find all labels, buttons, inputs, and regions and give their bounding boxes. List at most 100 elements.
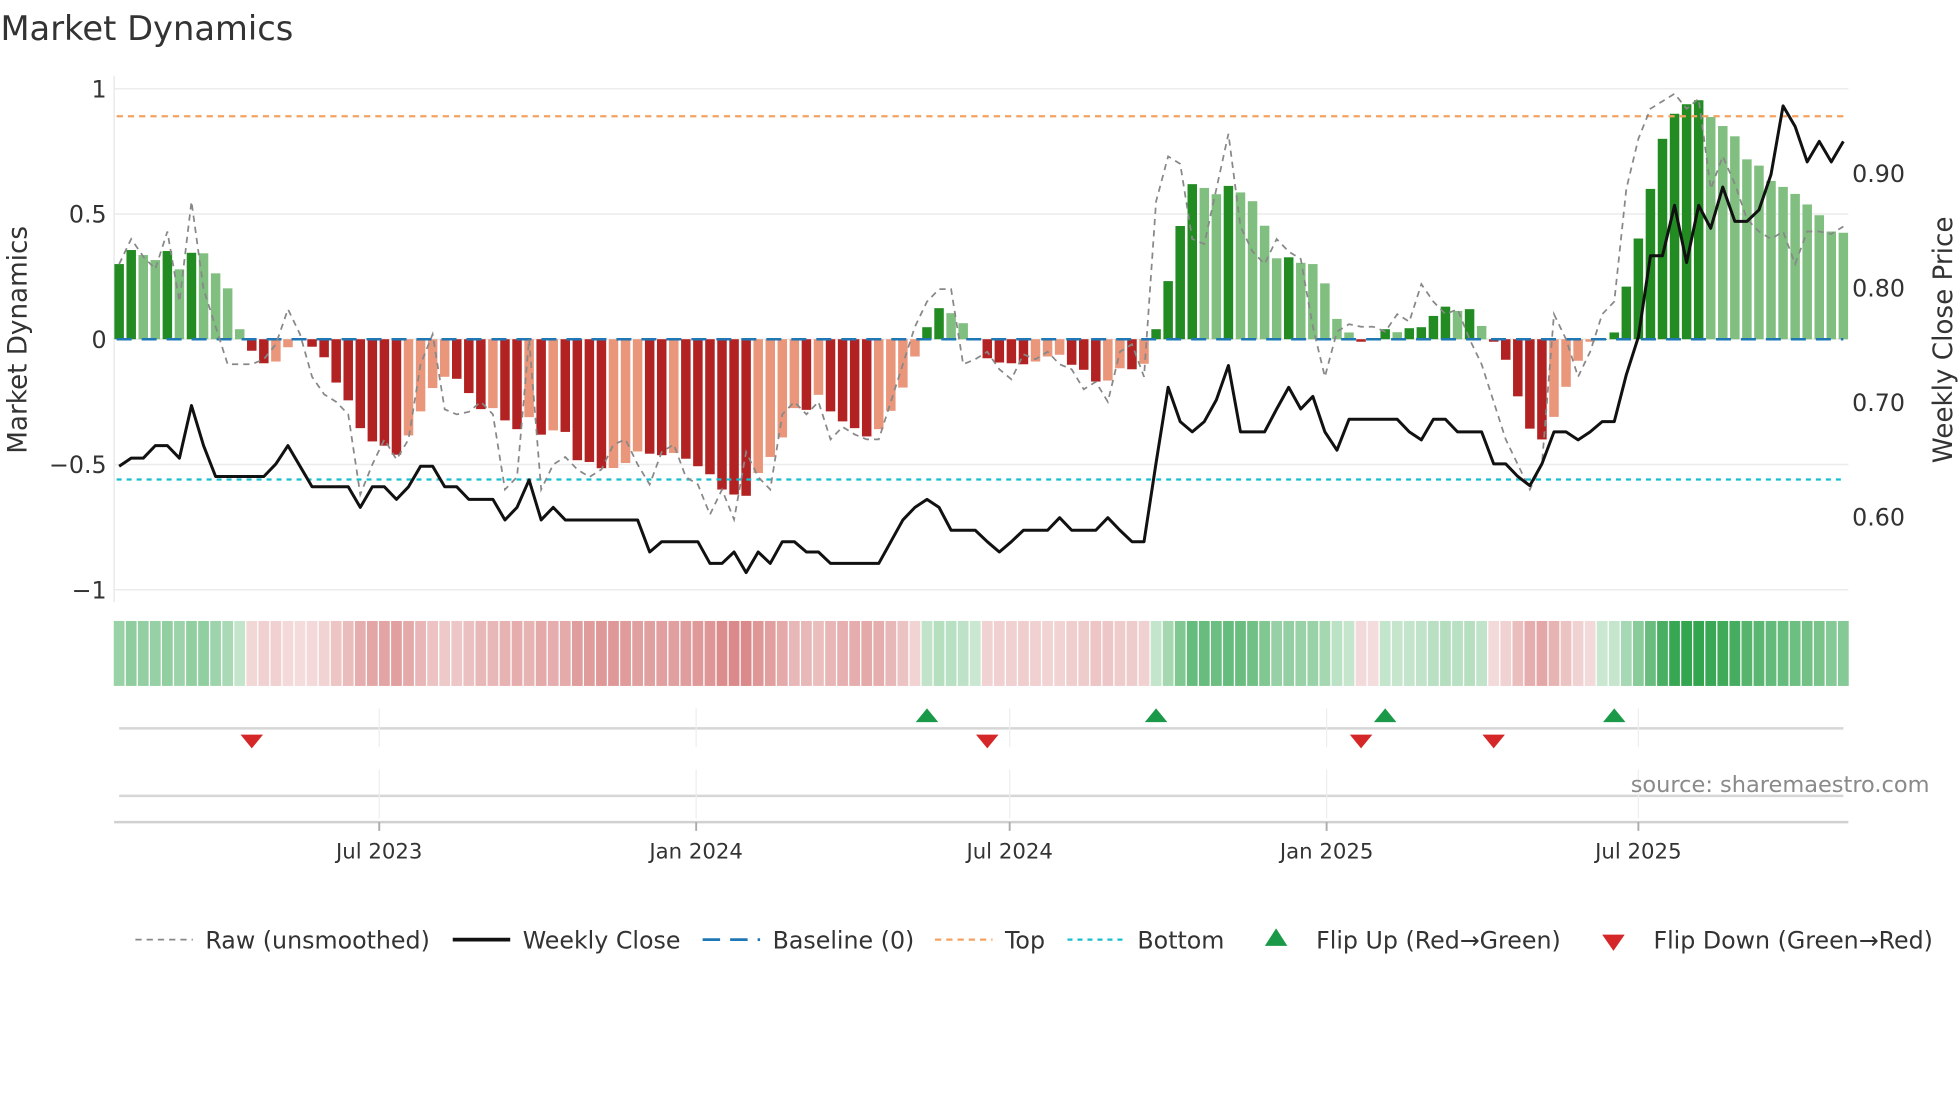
strip-cell xyxy=(1717,620,1729,686)
bar xyxy=(1235,192,1246,340)
bar xyxy=(560,339,571,432)
bar xyxy=(138,255,149,340)
bar xyxy=(307,339,317,347)
strip-cell xyxy=(1186,620,1198,686)
strip-cell xyxy=(813,620,824,686)
strip-cell xyxy=(1307,620,1319,686)
strip-cell xyxy=(1271,620,1283,686)
bar xyxy=(1320,283,1330,340)
bar xyxy=(1826,231,1837,340)
flip-up-marker xyxy=(1144,708,1168,723)
bar xyxy=(512,339,522,430)
bar xyxy=(271,339,281,362)
strip-cell xyxy=(330,620,342,686)
y-right-tick-label: 0.80 xyxy=(1852,274,1905,302)
bar xyxy=(669,339,679,453)
strip-cell xyxy=(1018,620,1029,686)
strip-cell xyxy=(957,620,969,686)
legend-label: Flip Down (Green→Red) xyxy=(1653,926,1932,954)
strip-cell xyxy=(1488,620,1500,686)
strip-cell xyxy=(1066,620,1078,686)
bar xyxy=(825,339,836,412)
strip-cell xyxy=(1235,620,1246,686)
flip-up-marker xyxy=(915,708,939,723)
legend-label: Top xyxy=(1004,926,1045,954)
bar xyxy=(632,339,643,452)
strip-cell xyxy=(1126,620,1138,686)
flip-panel xyxy=(119,708,1844,819)
legend-item-top: Top xyxy=(935,926,1045,954)
strip-cell xyxy=(1596,620,1608,686)
x-axis: Jul 2023 Jan 2024 Jul 2024 Jan 2025 Jul 2025 xyxy=(114,820,1849,864)
bar xyxy=(1211,194,1222,340)
bar xyxy=(355,339,366,429)
bar xyxy=(1802,204,1812,340)
bar xyxy=(391,339,402,455)
strip-cell xyxy=(1753,620,1765,686)
strip-cell xyxy=(1090,620,1102,686)
strip-cell xyxy=(270,620,282,686)
y-right-tick-label: 0.90 xyxy=(1852,160,1905,188)
bar xyxy=(1223,185,1234,340)
strip-cell xyxy=(1789,620,1801,686)
legend-label: Weekly Close xyxy=(523,926,681,954)
bar xyxy=(1561,339,1571,387)
legend-item-baseline: Baseline (0) xyxy=(702,926,914,954)
flip-down-icon xyxy=(1602,934,1625,951)
strip-cell xyxy=(1729,620,1741,686)
strip-cell xyxy=(1512,620,1524,686)
strip-cell xyxy=(403,620,414,686)
x-tick-label: Jul 2023 xyxy=(334,839,422,864)
bar xyxy=(608,339,619,468)
bar xyxy=(946,313,956,340)
bar xyxy=(319,339,329,358)
strip-cell xyxy=(174,620,185,686)
strip-cell xyxy=(788,620,800,686)
strip-cell xyxy=(1403,620,1415,686)
bar xyxy=(283,339,293,348)
strip-cell xyxy=(1379,620,1391,686)
strip-cell xyxy=(246,620,258,686)
strip-cell xyxy=(451,620,463,686)
strip-cell xyxy=(1295,620,1307,686)
strip-cell xyxy=(1693,620,1705,686)
strip-cell xyxy=(1777,620,1789,686)
strip-cell xyxy=(342,620,354,686)
strip-cell xyxy=(1705,620,1717,686)
bar xyxy=(1175,225,1185,340)
strip-cell xyxy=(439,620,451,686)
bar xyxy=(1778,186,1788,340)
strip-cell xyxy=(1500,620,1512,686)
bar xyxy=(1428,315,1439,340)
bar xyxy=(1283,257,1294,340)
strip-cell xyxy=(1476,620,1488,686)
bar xyxy=(801,339,812,410)
strip-cell xyxy=(1150,620,1162,686)
strip-cell xyxy=(873,620,885,686)
strip-cell xyxy=(909,620,921,686)
bar xyxy=(572,339,583,461)
strip-cell xyxy=(149,620,161,686)
strip-cell xyxy=(849,620,861,686)
flip-down-marker xyxy=(240,734,264,749)
strip-cell xyxy=(776,620,788,686)
strip-cell xyxy=(1078,620,1090,686)
strip-cell xyxy=(752,620,764,686)
bar xyxy=(1404,328,1415,340)
strip-cell xyxy=(1620,620,1632,686)
bar xyxy=(186,252,197,340)
strip-cell xyxy=(1801,620,1813,686)
bar xyxy=(1187,184,1198,340)
x-tick-label: Jan 2024 xyxy=(647,839,743,864)
strip-cell xyxy=(993,620,1005,686)
bar xyxy=(1006,339,1017,364)
bar xyxy=(150,260,161,340)
strip-cell xyxy=(186,620,197,686)
bar xyxy=(415,339,426,412)
bar xyxy=(849,339,860,429)
bar xyxy=(1151,329,1161,340)
strip-cell xyxy=(535,620,547,686)
bar xyxy=(427,339,438,389)
strip-cell xyxy=(1645,620,1656,686)
bars xyxy=(114,100,1849,496)
